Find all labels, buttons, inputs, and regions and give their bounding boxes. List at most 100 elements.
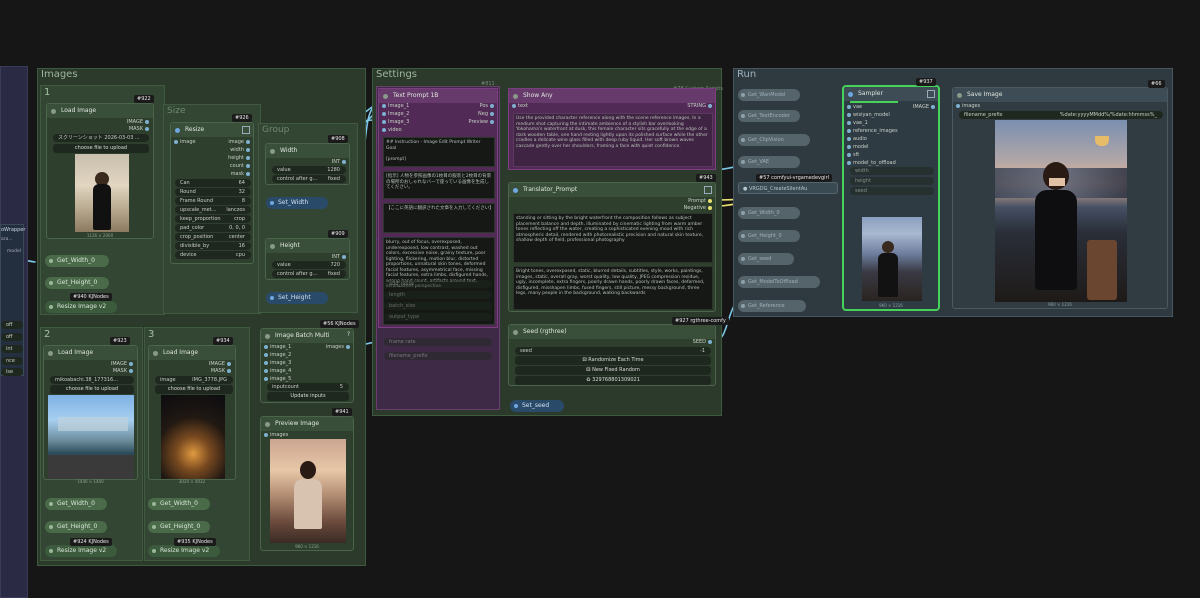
get-width-node-1[interactable]: Get_Width_0 — [45, 255, 109, 267]
collapse-dot-icon[interactable] — [51, 109, 56, 114]
width-int-node[interactable]: Width INT value 1280 control after g... fi… — [265, 143, 350, 185]
load-image-node-1[interactable]: Load Image IMAGE MASK スクリーンショット 2026-03-… — [46, 103, 154, 239]
input-image-5[interactable]: image_5 — [264, 375, 291, 383]
get-width-node-2[interactable]: Get_Width_0 — [45, 498, 107, 510]
output-mask[interactable]: MASK — [129, 125, 149, 133]
collapse-dot-icon[interactable] — [48, 351, 53, 356]
wrapper-row-3[interactable]: nce — [1, 357, 23, 365]
input-reference-images[interactable]: reference_images — [847, 127, 898, 135]
image-file-select[interactable]: mikoabachi.38_177316... — [50, 376, 134, 384]
get-reference-node[interactable]: Get_Reference — [738, 300, 806, 312]
expand-icon[interactable] — [242, 126, 250, 134]
last-seed-button[interactable]: ♻ 329768801309021 — [515, 376, 711, 385]
get-width-run-node[interactable]: Get_Width_0 — [738, 207, 800, 219]
input-image-2[interactable]: image_2 — [264, 351, 291, 359]
sampler-width-widget[interactable]: width — [850, 167, 934, 175]
output-mask[interactable]: MASK — [211, 367, 231, 375]
input-text[interactable]: text — [512, 102, 528, 110]
input-vae-1[interactable]: vae_1 — [847, 119, 868, 127]
input-video[interactable]: video — [382, 126, 402, 134]
input-image-1[interactable]: Image_1 — [382, 102, 409, 110]
wrapper-row-1[interactable]: off — [1, 333, 23, 341]
output-count[interactable]: count — [230, 162, 250, 170]
input-image-3[interactable]: image_3 — [264, 359, 291, 367]
set-height-node[interactable]: Set_Height — [266, 292, 328, 304]
widget-pad-color[interactable]: pad_color 0, 0, 0 — [175, 224, 251, 232]
get-text-encoder-node[interactable]: Get_TextEncoder — [738, 110, 800, 122]
translated-prompt-textarea[interactable]: 【ここに英語に翻訳された文章を入力してください】 — [383, 203, 495, 233]
expand-icon[interactable] — [927, 90, 935, 98]
input-image-2[interactable]: Image_2 — [382, 110, 409, 118]
seed-value-widget[interactable]: seed -1 — [515, 347, 711, 355]
output-preview[interactable]: Preview — [469, 118, 494, 126]
inputcount-widget[interactable]: inputcount 5 — [267, 383, 349, 391]
update-inputs-button[interactable]: Update inputs — [267, 392, 349, 401]
height-control-widget[interactable]: control after g... fixed — [272, 270, 346, 278]
image-file-select[interactable]: スクリーンショット 2026-03-03 ... — [53, 134, 149, 142]
expand-icon[interactable] — [704, 186, 712, 194]
resize-image-v2-node-1[interactable]: Resize Image v2 — [45, 301, 117, 313]
get-height-node-2[interactable]: Get_Height_0 — [45, 521, 107, 533]
sampler-height-widget[interactable]: height — [850, 177, 934, 185]
height-int-node[interactable]: Height INT value 720 control after g... fi… — [265, 238, 350, 280]
get-wan-model-node[interactable]: Get_WanModel — [738, 89, 800, 101]
widget-upscale-method[interactable]: upscale_met... lanczos — [175, 206, 251, 214]
width-value-widget[interactable]: value 1280 — [272, 166, 346, 174]
resize-node[interactable]: Resize image image width height count ma… — [170, 122, 254, 264]
set-seed-node[interactable]: Set_seed — [510, 400, 564, 412]
resize-image-v2-node-2[interactable]: Resize Image v2 — [45, 545, 117, 557]
widget-keep-proportion[interactable]: keep_proportion crop — [175, 215, 251, 223]
wrapper-row-4[interactable]: lse — [1, 368, 23, 376]
output-image[interactable]: IMAGE — [913, 103, 935, 111]
input-image-1[interactable]: image_1 — [264, 343, 291, 351]
image-file-select[interactable]: image IMG_3778.JPG — [155, 376, 233, 384]
sampler-seed-widget[interactable]: seed — [850, 187, 934, 195]
output-mask[interactable]: mask — [231, 170, 250, 178]
get-width-node-3[interactable]: Get_Width_0 — [148, 498, 210, 510]
new-fixed-random-button[interactable]: ⚄ New Fixed Random — [515, 366, 711, 375]
input-images[interactable]: images — [264, 431, 288, 439]
wan-model-wrapper-node[interactable]: oWrapper ara... model off off int nce ls… — [0, 224, 25, 376]
output-images[interactable]: images — [326, 343, 350, 351]
input-image-4[interactable]: image_4 — [264, 367, 291, 375]
output-image[interactable]: image — [228, 138, 250, 146]
output-negative[interactable]: Negative — [684, 204, 712, 212]
get-vae-node[interactable]: Get_VAE — [738, 156, 800, 168]
input-images[interactable]: images — [956, 102, 980, 110]
widget-round[interactable]: Round 32 — [175, 188, 251, 196]
output-width[interactable]: width — [230, 146, 250, 154]
widget-frame-round[interactable]: Frame Round 8 — [175, 197, 251, 205]
get-seed-run-node[interactable]: Get_seed — [738, 253, 794, 265]
seed-rgthree-node[interactable]: Seed (rgthree) SEED seed -1 ⚄ Randomize E… — [508, 324, 716, 386]
input-sft[interactable]: sft — [847, 151, 859, 159]
save-image-node[interactable]: Save Image images filename_prefix %date:y… — [952, 87, 1168, 309]
load-image-node-2[interactable]: Load Image IMAGE MASK mikoabachi.38_1773… — [43, 345, 138, 484]
upload-button[interactable]: choose file to upload — [53, 144, 149, 153]
vrgdg-create-silent-audio-node[interactable]: ● VRGDG_CreateSilentAu — [738, 182, 838, 194]
get-height-run-node[interactable]: Get_Height_0 — [738, 230, 800, 242]
output-height[interactable]: height — [228, 154, 250, 162]
output-mask[interactable]: MASK — [113, 367, 133, 375]
upload-button[interactable]: choose file to upload — [50, 385, 134, 394]
output-seed[interactable]: SEED — [693, 338, 712, 346]
get-height-node-3[interactable]: Get_Height_0 — [148, 521, 210, 533]
wrapper-row-2[interactable]: int — [1, 345, 23, 353]
widget-can[interactable]: Can 64 — [175, 179, 251, 187]
instruction-textarea[interactable]: ## Instruction - Image Edit Prompt Write… — [383, 137, 495, 167]
upload-button[interactable]: choose file to upload — [155, 385, 233, 394]
input-model-to-offload[interactable]: model_to_offload — [847, 159, 896, 167]
input-wisiyan-model[interactable]: wisiyan_model — [847, 111, 890, 119]
help-icon[interactable]: ? — [347, 331, 350, 338]
load-image-node-3[interactable]: Load Image IMAGE MASK image IMG_3778.JPG … — [148, 345, 236, 484]
translator-prompt-node[interactable]: Translator_Prompt Prompt Negative standi… — [508, 182, 716, 312]
translated-negative-textarea[interactable]: Bright tones, overexposed, static, blurr… — [513, 266, 713, 310]
show-text-node[interactable]: Show Any text STRING Use the provided ch… — [508, 88, 716, 170]
widget-crop-position[interactable]: crop_position center — [175, 233, 251, 241]
preview-image-node[interactable]: Preview Image images 960 × 1216 — [260, 416, 354, 551]
output-int[interactable]: INT — [332, 158, 346, 166]
resize-image-v2-node-3[interactable]: Resize Image v2 — [148, 545, 220, 557]
input-model[interactable]: model — [847, 143, 869, 151]
image-batch-multi-node[interactable]: Image Batch Multi ? image_1 image_2 imag… — [260, 328, 354, 403]
output-int[interactable]: INT — [332, 253, 346, 261]
get-model-to-offload-node[interactable]: Get_ModelToOffload — [738, 276, 820, 288]
